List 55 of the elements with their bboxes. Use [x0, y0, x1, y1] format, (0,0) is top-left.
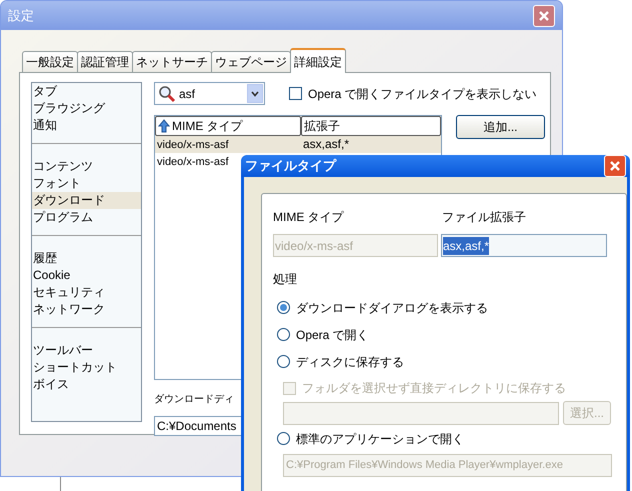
close-icon	[609, 160, 621, 172]
close-button[interactable]	[604, 155, 626, 177]
radio-button[interactable]	[277, 328, 290, 341]
tab[interactable]: 認証管理	[77, 51, 133, 72]
category-item[interactable]: タブ	[32, 83, 141, 100]
file-type-row[interactable]: video/x-ms-asf asx,asf,*	[155, 136, 441, 153]
column-header[interactable]: MIME タイプ	[155, 116, 301, 136]
category-item[interactable]: ダウンロード	[32, 192, 141, 209]
tab[interactable]: ネットサーチ	[132, 51, 212, 72]
add-button[interactable]: 追加...	[456, 115, 545, 139]
sort-up-icon	[158, 119, 170, 133]
radio-button[interactable]	[277, 432, 290, 445]
category-item[interactable]: 通知	[32, 117, 141, 134]
column-header[interactable]: 拡張子	[301, 116, 441, 136]
dropdown-button[interactable]	[247, 84, 263, 103]
radio-button[interactable]	[277, 355, 290, 368]
checkbox-label: フォルダを選択せず直接ディレクトリに保存する	[302, 380, 566, 397]
folder-field[interactable]	[283, 402, 559, 424]
extension-label: ファイル拡張子	[442, 209, 526, 226]
option-label: Opera で開く	[296, 326, 369, 344]
window-title: 設定	[8, 6, 34, 25]
tab[interactable]: 詳細設定	[290, 48, 346, 73]
category-item[interactable]: フォント	[32, 175, 141, 192]
category-item[interactable]: ツールバー	[32, 342, 141, 359]
chevron-down-icon	[251, 90, 259, 96]
category-item[interactable]: 履歴	[32, 250, 141, 267]
search-text: asf	[179, 86, 196, 102]
extension-field[interactable]: asx,asf,*	[441, 234, 607, 257]
option-label: ディスクに保存する	[296, 354, 404, 370]
close-icon	[538, 10, 550, 22]
category-item[interactable]: コンテンツ	[32, 158, 141, 175]
tab[interactable]: ウェブページ	[211, 51, 291, 72]
table-cell-text: video/x-ms-asf	[156, 139, 230, 151]
checkbox-label: Opera で開くファイルタイプを表示しない	[308, 86, 537, 102]
download-directory-label: ダウンロードディ	[154, 393, 234, 407]
table-cell-text: asx,asf,*	[302, 137, 350, 151]
category-item[interactable]: ボイス	[32, 376, 141, 393]
search-icon	[158, 84, 176, 102]
mime-type-label: MIME タイプ	[273, 209, 345, 226]
option-label: 標準のアプリケーションで開く	[296, 430, 464, 448]
dialog-title: ファイルタイプ	[245, 157, 336, 176]
radio-button[interactable]	[277, 301, 290, 314]
category-item[interactable]: Cookie	[32, 267, 141, 284]
checkbox[interactable]	[289, 87, 302, 100]
search-combobox[interactable]: asf	[154, 82, 265, 105]
option-label: ダウンロードダイアログを表示する	[296, 300, 488, 316]
action-label: 処理	[273, 271, 298, 288]
category-item[interactable]: プログラム	[32, 209, 141, 226]
tab[interactable]: 一般設定	[22, 51, 78, 72]
category-item[interactable]: ショートカット	[32, 359, 141, 376]
selected-text: asx,asf,*	[443, 236, 490, 254]
category-item[interactable]: セキュリティ	[32, 284, 141, 301]
category-item[interactable]: ブラウジング	[32, 100, 141, 117]
close-button[interactable]	[533, 4, 555, 26]
category-item[interactable]: ネットワーク	[32, 301, 141, 318]
